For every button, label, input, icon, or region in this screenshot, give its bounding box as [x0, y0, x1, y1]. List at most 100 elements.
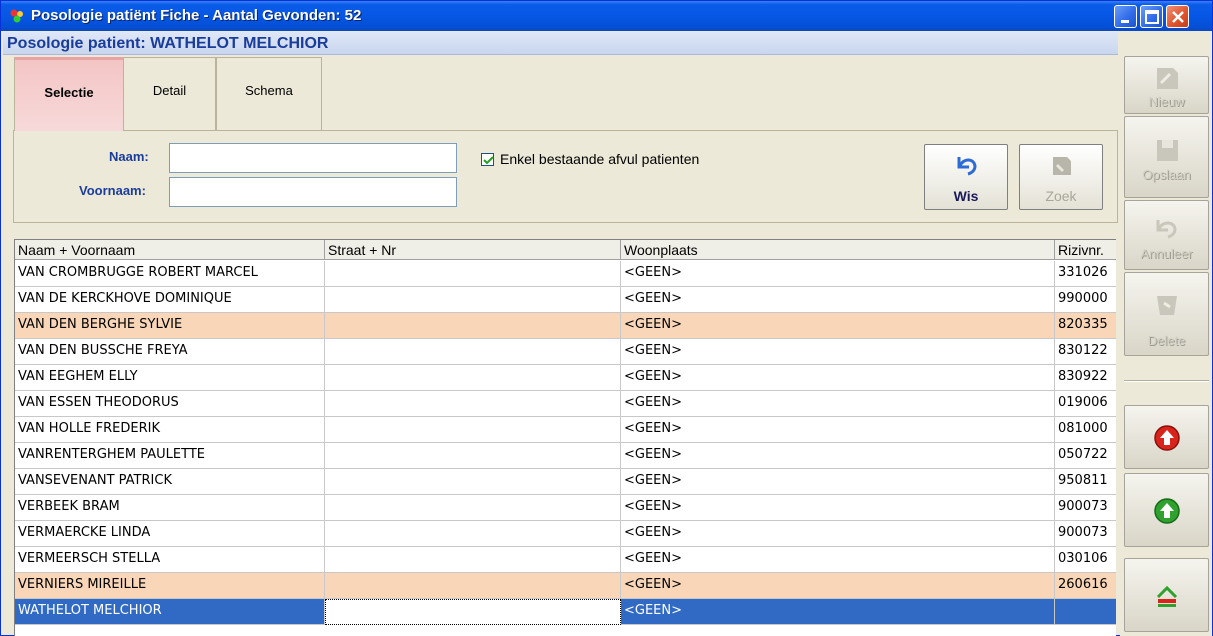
cell-naam: VERNIERS MIREILLE	[15, 573, 325, 599]
tab-selectie[interactable]: Selectie	[14, 57, 124, 131]
cell-naam: VAN HOLLE FREDERIK	[15, 417, 325, 443]
patient-grid[interactable]: Naam + Voornaam Straat + Nr Woonplaats R…	[14, 239, 1116, 636]
toolbar-separator	[1124, 380, 1209, 382]
tab-detail[interactable]: Detail	[123, 57, 216, 130]
column-header-woonplaats[interactable]: Woonplaats	[621, 240, 1055, 260]
cell-straat	[325, 547, 621, 573]
table-row[interactable]: VERBEEK BRAM <GEEN> 900073	[15, 495, 1116, 521]
search-icon	[1053, 157, 1071, 175]
cell-woonplaats: <GEEN>	[621, 365, 1055, 391]
checkmark-icon	[483, 156, 494, 165]
cell-woonplaats: <GEEN>	[621, 391, 1055, 417]
cell-woonplaats: <GEEN>	[621, 443, 1055, 469]
cell-straat	[325, 417, 621, 443]
maximize-button[interactable]	[1140, 5, 1163, 28]
table-row[interactable]: VANSEVENANT PATRICK <GEEN> 950811	[15, 469, 1116, 495]
cell-riziv: 019006	[1055, 391, 1116, 417]
annuleer-button[interactable]: Annuleer	[1124, 200, 1209, 270]
minimize-button[interactable]	[1114, 5, 1137, 28]
cell-naam: VAN CROMBRUGGE ROBERT MARCEL	[15, 261, 325, 287]
column-header-straat[interactable]: Straat + Nr	[325, 240, 621, 260]
save-icon	[1157, 140, 1178, 161]
afvul-checkbox[interactable]	[481, 153, 494, 166]
afvul-checkbox-label[interactable]: Enkel bestaande afvul patienten	[500, 151, 699, 167]
table-row[interactable]: VAN ESSEN THEODORUS <GEEN> 019006	[15, 391, 1116, 417]
table-row[interactable]: VAN DEN BUSSCHE FREYA <GEEN> 830122	[15, 339, 1116, 365]
cell-riziv: 030106	[1055, 547, 1116, 573]
window-title: Posologie patiënt Fiche - Aantal Gevonde…	[31, 7, 362, 24]
table-row[interactable]: WATHELOT MELCHIOR <GEEN>	[15, 599, 1116, 625]
cell-woonplaats: <GEEN>	[621, 599, 1055, 625]
table-row[interactable]: VERNIERS MIREILLE <GEEN> 260616	[15, 573, 1116, 599]
exit-button[interactable]	[1124, 558, 1209, 632]
maximize-icon	[1145, 10, 1159, 24]
tab-selectie-label: Selectie	[44, 85, 94, 100]
table-row[interactable]: VERMAERCKE LINDA <GEEN> 900073	[15, 521, 1116, 547]
naam-label: Naam:	[109, 149, 149, 164]
app-window: Posologie patiënt Fiche - Aantal Gevonde…	[0, 0, 1213, 636]
cell-riziv: 050722	[1055, 443, 1116, 469]
cell-straat	[325, 287, 621, 313]
cell-naam: VAN DEN BERGHE SYLVIE	[15, 313, 325, 339]
column-header-riziv[interactable]: Rizivnr.	[1055, 240, 1116, 260]
new-document-icon	[1157, 68, 1178, 89]
cell-woonplaats: <GEEN>	[621, 495, 1055, 521]
voornaam-input[interactable]	[169, 177, 457, 207]
opslaan-button[interactable]: Opslaan	[1124, 116, 1209, 198]
tab-detail-label: Detail	[152, 83, 187, 98]
patient-header-label: Posologie patient: WATHELOT MELCHIOR	[7, 35, 329, 52]
table-row[interactable]: VAN EEGHEM ELLY <GEEN> 830922	[15, 365, 1116, 391]
cell-naam: VAN EEGHEM ELLY	[15, 365, 325, 391]
table-row[interactable]: VERMEERSCH STELLA <GEEN> 030106	[15, 547, 1116, 573]
cell-woonplaats: <GEEN>	[621, 521, 1055, 547]
column-header-naam[interactable]: Naam + Voornaam	[15, 240, 325, 260]
cell-riziv: 830922	[1055, 365, 1116, 391]
cell-riziv: 990000	[1055, 287, 1116, 313]
side-toolbar: Nieuw Opslaan Annuleer Delete	[1120, 32, 1212, 636]
cell-naam: VANSEVENANT PATRICK	[15, 469, 325, 495]
wis-button[interactable]: Wis	[924, 144, 1008, 210]
close-icon	[1172, 11, 1184, 23]
previous-record-button[interactable]	[1124, 405, 1209, 469]
cell-woonplaats: <GEEN>	[621, 339, 1055, 365]
patient-header: Posologie patient: WATHELOT MELCHIOR	[3, 32, 1118, 55]
exit-icon	[1156, 585, 1178, 607]
zoek-button[interactable]: Zoek	[1019, 144, 1103, 210]
tab-schema[interactable]: Schema	[216, 57, 322, 130]
cell-straat	[325, 443, 621, 469]
cell-naam: VERMEERSCH STELLA	[15, 547, 325, 573]
app-icon	[10, 9, 23, 23]
title-bar[interactable]: Posologie patiënt Fiche - Aantal Gevonde…	[1, 1, 1212, 31]
close-button[interactable]	[1166, 5, 1189, 28]
undo-icon	[957, 157, 977, 176]
cell-riziv	[1055, 599, 1116, 625]
cell-riziv: 830122	[1055, 339, 1116, 365]
cell-naam: WATHELOT MELCHIOR	[15, 599, 325, 625]
delete-button[interactable]: Delete	[1124, 272, 1209, 356]
cell-riziv: 900073	[1055, 495, 1116, 521]
cell-straat	[325, 261, 621, 287]
table-row[interactable]: VAN HOLLE FREDERIK <GEEN> 081000	[15, 417, 1116, 443]
arrow-up-red-icon	[1154, 425, 1180, 451]
cell-riziv: 081000	[1055, 417, 1116, 443]
cell-woonplaats: <GEEN>	[621, 469, 1055, 495]
cell-woonplaats: <GEEN>	[621, 261, 1055, 287]
cell-woonplaats: <GEEN>	[621, 417, 1055, 443]
cell-riziv: 820335	[1055, 313, 1116, 339]
cell-naam: VERBEEK BRAM	[15, 495, 325, 521]
cell-woonplaats: <GEEN>	[621, 547, 1055, 573]
nieuw-button[interactable]: Nieuw	[1124, 56, 1209, 114]
table-row[interactable]: VAN DEN BERGHE SYLVIE <GEEN> 820335	[15, 313, 1116, 339]
delete-icon	[1157, 296, 1177, 315]
cell-riziv: 900073	[1055, 521, 1116, 547]
table-row[interactable]: VAN DE KERCKHOVE DOMINIQUE <GEEN> 990000	[15, 287, 1116, 313]
cell-naam: VERMAERCKE LINDA	[15, 521, 325, 547]
nieuw-button-label: Nieuw	[1148, 94, 1185, 109]
naam-input[interactable]	[169, 143, 457, 173]
tab-schema-label: Schema	[245, 83, 293, 98]
table-row[interactable]: VAN CROMBRUGGE ROBERT MARCEL <GEEN> 331026	[15, 261, 1116, 287]
cell-riziv: 331026	[1055, 261, 1116, 287]
cell-naam: VANRENTERGHEM PAULETTE	[15, 443, 325, 469]
table-row[interactable]: VANRENTERGHEM PAULETTE <GEEN> 050722	[15, 443, 1116, 469]
next-record-button[interactable]	[1124, 473, 1209, 547]
